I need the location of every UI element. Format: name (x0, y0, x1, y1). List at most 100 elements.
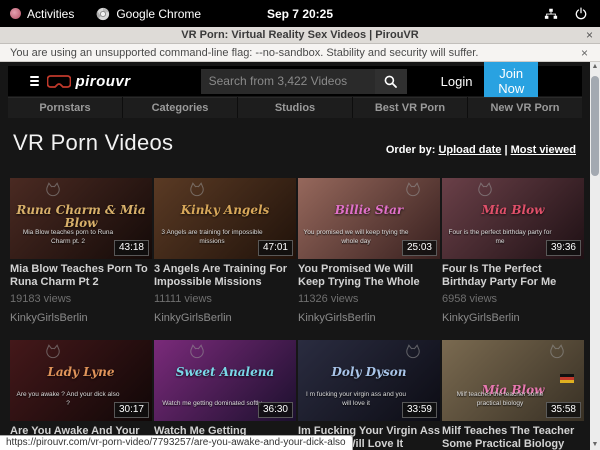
video-title[interactable]: 3 Angels Are Training For Impossible Mis… (154, 263, 296, 288)
join-now-button[interactable]: Join Now (484, 62, 538, 102)
nav-item-best-vr-porn[interactable]: Best VR Porn (353, 97, 467, 118)
duration-badge: 43:18 (114, 240, 149, 256)
status-url-bubble: https://pirouvr.com/vr-porn-video/779325… (0, 435, 353, 450)
thumbnail-overlay-title: Lady Lyne (14, 366, 148, 379)
studio-watermark-icon (44, 343, 62, 361)
studio-watermark-icon (404, 343, 422, 361)
page-content: pirouvr Login Join Now Pornstars Categor… (0, 62, 590, 450)
warning-infobar: You are using an unsupported command-lin… (0, 44, 600, 62)
nav-item-studios[interactable]: Studios (238, 97, 352, 118)
studio-link[interactable]: KinkyGirlsBerlin (442, 312, 584, 324)
video-title[interactable]: Four Is The Perfect Birthday Party For M… (442, 263, 584, 288)
video-title[interactable]: Mia Blow Teaches Porn To Runa Charm Pt 2 (10, 263, 152, 288)
thumbnail-overlay-title: Billie Star (302, 204, 436, 217)
video-card[interactable]: Mia Blow Milf teaches the teacher some p… (442, 340, 584, 450)
scrollbar-thumb[interactable] (591, 76, 599, 176)
thumbnail-overlay-title: Kinky Angels (158, 204, 292, 217)
video-thumbnail[interactable]: Runa Charm & Mia Blow Mia Blow teaches p… (10, 178, 152, 259)
view-count: 6958 views (442, 293, 584, 305)
thumbnail-overlay-subtitle: Milf teaches the teacher some practical … (446, 391, 554, 408)
video-thumbnail[interactable]: Mia Blow Milf teaches the teacher some p… (442, 340, 584, 421)
video-title[interactable]: You Promised We Will Keep Trying The Who… (298, 263, 440, 288)
video-grid-row-1: Runa Charm & Mia Blow Mia Blow teaches p… (10, 178, 590, 324)
video-card[interactable]: Runa Charm & Mia Blow Mia Blow teaches p… (10, 178, 152, 324)
browser-viewport: pirouvr Login Join Now Pornstars Categor… (0, 62, 600, 450)
search-bar (201, 69, 407, 94)
thumbnail-overlay-title: Sweet Analena (158, 366, 292, 379)
page-title: VR Porn Videos (13, 130, 173, 156)
studio-watermark-icon (188, 343, 206, 361)
nav-item-pornstars[interactable]: Pornstars (8, 97, 122, 118)
video-card[interactable]: Doly Dyson I m fucking your virgin ass a… (298, 340, 440, 450)
gnome-top-bar: Activities Google Chrome Sep 7 20:25 (0, 0, 600, 27)
nav-item-categories[interactable]: Categories (123, 97, 237, 118)
login-link[interactable]: Login (441, 74, 473, 89)
order-separator: | (504, 144, 507, 156)
video-thumbnail[interactable]: Billie Star You promised we will keep tr… (298, 178, 440, 259)
view-count: 19183 views (10, 293, 152, 305)
thumbnail-overlay-subtitle: You promised we will keep trying the who… (302, 229, 410, 246)
window-title: VR Porn: Virtual Reality Sex Videos | Pi… (0, 29, 600, 41)
search-icon (384, 75, 397, 88)
clock[interactable]: Sep 7 20:25 (0, 7, 600, 21)
video-thumbnail[interactable]: Kinky Angels 3 Angels are training for i… (154, 178, 296, 259)
warning-text: You are using an unsupported command-lin… (10, 47, 581, 59)
video-thumbnail[interactable]: Sweet Analena Watch me getting dominated… (154, 340, 296, 421)
window-close-button[interactable]: × (586, 27, 593, 43)
nav-item-new-vr-porn[interactable]: New VR Porn (468, 97, 582, 118)
duration-badge: 39:36 (546, 240, 581, 256)
thumbnail-overlay-subtitle: Watch me getting dominated softly (158, 400, 266, 408)
power-icon[interactable] (574, 7, 588, 21)
studio-watermark-icon (44, 181, 62, 199)
studio-watermark-icon (476, 181, 494, 199)
scrollbar-down-arrow[interactable]: ▼ (590, 440, 600, 450)
scrollbar-up-arrow[interactable]: ▲ (590, 62, 600, 72)
studio-watermark-icon (548, 343, 566, 361)
video-card[interactable]: Billie Star You promised we will keep tr… (298, 178, 440, 324)
studio-link[interactable]: KinkyGirlsBerlin (10, 312, 152, 324)
duration-badge: 35:58 (546, 402, 581, 418)
thumbnail-overlay-title: Mia Blow (446, 204, 580, 217)
studio-watermark-icon (404, 181, 422, 199)
order-by-label: Order by: (386, 144, 436, 156)
duration-badge: 47:01 (258, 240, 293, 256)
search-button[interactable] (375, 69, 407, 94)
vr-goggles-icon (47, 74, 71, 89)
thumbnail-overlay-title: Runa Charm & Mia Blow (14, 204, 148, 229)
view-count: 11326 views (298, 293, 440, 305)
page-head: VR Porn Videos Order by: Upload date | M… (0, 118, 590, 156)
thumbnail-overlay-subtitle: I m fucking your virgin ass and you will… (302, 391, 410, 408)
video-thumbnail[interactable]: Lady Lyne Are you awake ? And your dick … (10, 340, 152, 421)
video-thumbnail[interactable]: Doly Dyson I m fucking your virgin ass a… (298, 340, 440, 421)
german-flag-decoration (560, 374, 574, 383)
site-logo[interactable]: pirouvr (47, 73, 130, 90)
studio-link[interactable]: KinkyGirlsBerlin (154, 312, 296, 324)
duration-badge: 33:59 (402, 402, 437, 418)
order-link-most-viewed[interactable]: Most viewed (511, 144, 576, 156)
studio-link[interactable]: KinkyGirlsBerlin (298, 312, 440, 324)
network-icon[interactable] (544, 7, 558, 21)
video-grid-row-2: Lady Lyne Are you awake ? And your dick … (10, 340, 590, 450)
main-nav: Pornstars Categories Studios Best VR Por… (8, 97, 582, 118)
page-scrollbar[interactable]: ▲ ▼ (590, 62, 600, 450)
thumbnail-overlay-subtitle: Are you awake ? And your dick also ? (14, 391, 122, 408)
video-card[interactable]: Kinky Angels 3 Angels are training for i… (154, 178, 296, 324)
video-thumbnail[interactable]: Mia Blow Four is the perfect birthday pa… (442, 178, 584, 259)
video-card[interactable]: Sweet Analena Watch me getting dominated… (154, 340, 296, 450)
thumbnail-overlay-title: Doly Dyson (302, 366, 436, 379)
thumbnail-overlay-subtitle: Mia Blow teaches porn to Runa Charm pt. … (14, 229, 122, 246)
thumbnail-overlay-subtitle: Four is the perfect birthday party for m… (446, 229, 554, 246)
search-input[interactable] (201, 69, 375, 94)
video-title[interactable]: Milf Teaches The Teacher Some Practical … (442, 425, 584, 450)
studio-watermark-icon (188, 181, 206, 199)
site-header: pirouvr Login Join Now (8, 66, 582, 96)
thumbnail-overlay-subtitle: 3 Angels are training for impossible mis… (158, 229, 266, 246)
duration-badge: 36:30 (258, 402, 293, 418)
order-by: Order by: Upload date | Most viewed (386, 144, 576, 156)
video-card[interactable]: Mia Blow Four is the perfect birthday pa… (442, 178, 584, 324)
view-count: 11111 views (154, 293, 296, 305)
warning-close-button[interactable]: × (581, 46, 588, 60)
hamburger-menu-icon[interactable] (30, 74, 39, 88)
order-link-upload-date[interactable]: Upload date (438, 144, 501, 156)
video-card[interactable]: Lady Lyne Are you awake ? And your dick … (10, 340, 152, 450)
